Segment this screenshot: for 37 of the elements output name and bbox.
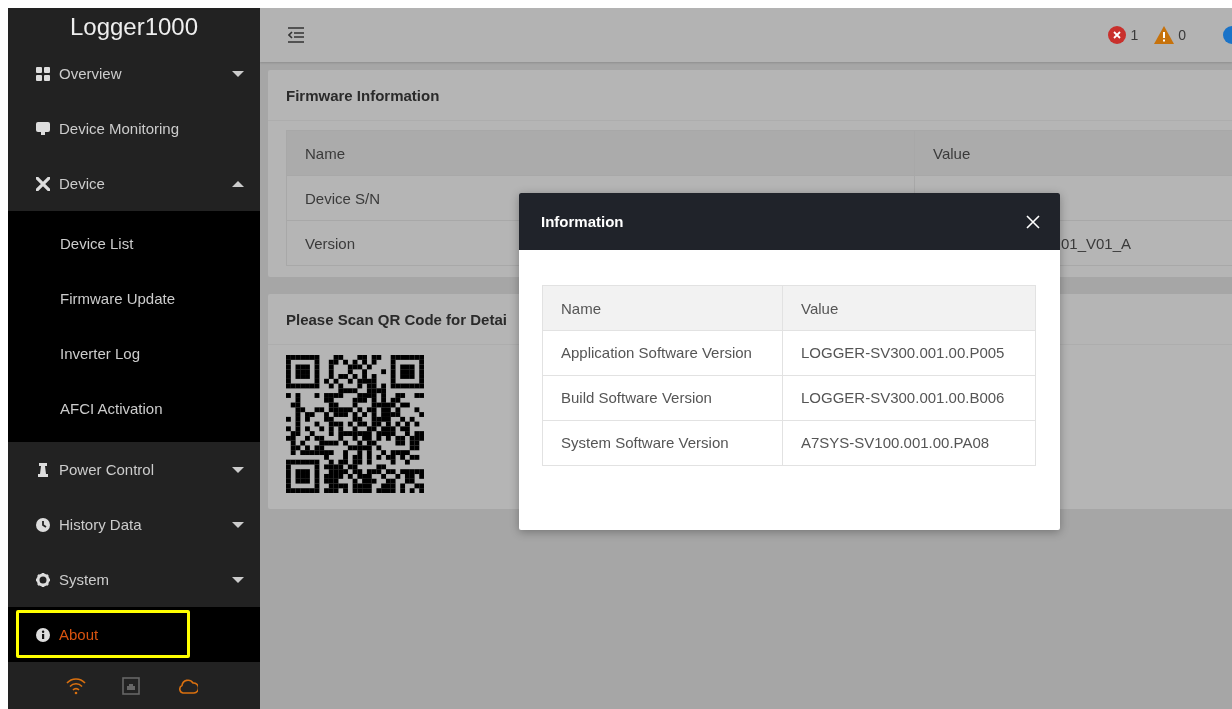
submenu-item[interactable]: Inverter Log xyxy=(8,326,260,381)
nav-item[interactable]: Overview xyxy=(8,46,260,101)
submenu-item[interactable]: AFCI Activation xyxy=(8,381,260,436)
table-cell: Application Software Version xyxy=(542,330,783,376)
app-title: Logger1000 xyxy=(68,12,200,42)
nav-item[interactable]: System xyxy=(8,552,260,607)
nav-item[interactable]: About xyxy=(8,607,260,662)
table-cell: Build Software Version xyxy=(542,375,783,421)
clock-icon xyxy=(36,517,50,532)
close-icon[interactable] xyxy=(1026,214,1040,229)
alarm-count: 0 xyxy=(1178,27,1186,43)
card-title: Firmware Information xyxy=(268,70,1232,121)
tools-icon xyxy=(36,176,50,191)
nav-item[interactable]: Device xyxy=(8,156,260,211)
info-icon xyxy=(36,627,50,642)
alarm-count: 1 xyxy=(1130,27,1139,43)
menu-icon[interactable] xyxy=(288,27,304,43)
nav-item[interactable]: Device Monitoring xyxy=(8,101,260,156)
status-icon xyxy=(1222,26,1232,44)
table-cell: System Software Version xyxy=(542,420,783,466)
submenu-item[interactable]: Firmware Update xyxy=(8,271,260,326)
table-cell: 01_V01_A xyxy=(1061,234,1132,252)
column-header: Name xyxy=(286,130,915,176)
table-cell: LOGGER-SV300.001.00.B006 xyxy=(782,375,1036,421)
table-cell: LOGGER-SV300.001.00.P005 xyxy=(782,330,1036,376)
nav-item[interactable]: History Data xyxy=(8,497,260,552)
column-header: Value xyxy=(782,285,1036,331)
submenu-item[interactable]: Device List xyxy=(8,216,260,271)
column-header: Name xyxy=(542,285,783,331)
gear-icon xyxy=(36,572,50,587)
column-header: Value xyxy=(914,130,1232,176)
nav-item[interactable]: Power Control xyxy=(8,442,260,497)
tower-icon xyxy=(36,462,50,477)
grid-icon xyxy=(36,66,50,81)
table-cell: A7SYS-SV100.001.00.PA08 xyxy=(782,420,1036,466)
monitor-icon xyxy=(36,121,50,136)
card-title: Please Scan QR Code for Detai xyxy=(286,310,507,328)
